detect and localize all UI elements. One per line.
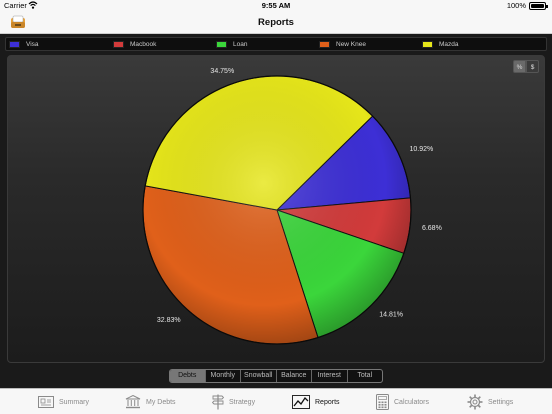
battery-icon: [529, 2, 548, 10]
tab-label: Calculators: [394, 398, 430, 406]
legend-swatch: [113, 41, 124, 48]
clock: 9:55 AM: [261, 1, 291, 10]
legend-label: Mazda: [439, 41, 459, 48]
segment-snowball[interactable]: Snowball: [241, 370, 277, 382]
segment-balance[interactable]: Balance: [277, 370, 312, 382]
tab-reports[interactable]: Reports: [292, 393, 340, 411]
pie-slice-label: 32.83%: [157, 317, 181, 324]
tab-strategy[interactable]: Strategy: [212, 393, 255, 411]
pie-chart: 10.92% 6.68% 14.81% 32.83% 34.75%: [142, 68, 442, 345]
battery-percent: 100%: [506, 1, 526, 10]
calculator-icon: [376, 394, 389, 410]
tab-label: Strategy: [229, 398, 256, 406]
chart-icon: [292, 395, 310, 409]
tab-my-debts[interactable]: My Debts: [125, 393, 176, 411]
tab-summary[interactable]: Summary: [38, 393, 89, 411]
legend-label: Loan: [233, 41, 248, 48]
tab-label: Summary: [59, 398, 89, 406]
chart-panel: 10.92% 6.68% 14.81% 32.83% 34.75% % $: [7, 55, 545, 363]
segment-debts[interactable]: Debts: [170, 370, 206, 382]
gear-icon: [467, 394, 483, 410]
navigation-bar: Reports: [0, 12, 552, 34]
dollar-toggle-button[interactable]: $: [526, 60, 539, 73]
status-bar: Carrier 9:55 AM 100%: [0, 0, 552, 12]
legend-item-loan: Loan: [216, 40, 247, 49]
pie-slice-label: 34.75%: [210, 68, 234, 75]
legend-label: Visa: [26, 41, 39, 48]
tab-label: Reports: [315, 398, 340, 406]
segment-total[interactable]: Total: [348, 370, 383, 382]
tab-settings[interactable]: Settings: [467, 393, 513, 411]
pie-slice-label: 6.68%: [422, 225, 442, 232]
segment-interest[interactable]: Interest: [312, 370, 348, 382]
segment-monthly[interactable]: Monthly: [206, 370, 241, 382]
legend-swatch: [422, 41, 433, 48]
signpost-icon: [212, 394, 224, 410]
legend-swatch: [216, 41, 227, 48]
legend-label: New Knee: [336, 41, 366, 48]
legend-swatch: [319, 41, 330, 48]
legend-item-new-knee: New Knee: [319, 40, 366, 49]
legend-item-macbook: Macbook: [113, 40, 156, 49]
bank-icon: [125, 395, 141, 409]
tab-label: My Debts: [146, 398, 176, 406]
legend-item-mazda: Mazda: [422, 40, 459, 49]
tab-calculators[interactable]: Calculators: [376, 393, 429, 411]
legend-item-visa: Visa: [9, 40, 39, 49]
chart-legend: Visa Macbook Loan New Knee Mazda: [5, 37, 547, 51]
report-type-segmented-control: Debts Monthly Snowball Balance Interest …: [169, 369, 383, 383]
percent-toggle-button[interactable]: %: [513, 60, 526, 73]
tab-bar: Summary My Debts Strategy Reports Calcul…: [0, 388, 552, 414]
legend-swatch: [9, 41, 20, 48]
page-title: Reports: [258, 17, 294, 28]
summary-icon: [38, 396, 54, 408]
pie-slice-label: 14.81%: [379, 312, 403, 319]
tab-label: Settings: [488, 398, 514, 406]
pie-slice-label: 10.92%: [409, 146, 433, 153]
legend-label: Macbook: [130, 41, 157, 48]
